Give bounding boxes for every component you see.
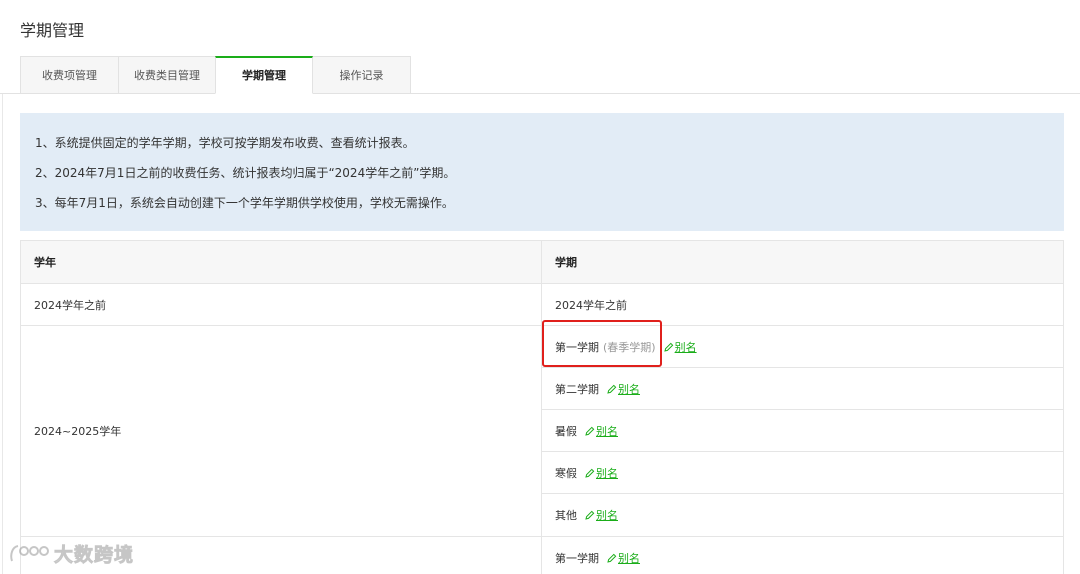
term-cell: 第二学期 别名	[542, 368, 1063, 409]
rename-alias-link[interactable]: 别名	[585, 465, 618, 481]
term-alias-hint: (春季学期)	[603, 340, 656, 354]
term-name: 其他	[555, 509, 577, 522]
rename-alias-link[interactable]: 别名	[585, 507, 618, 523]
term-cell: 第一学期 别名	[542, 537, 1063, 574]
tab-fee-categories[interactable]: 收费类目管理	[118, 56, 216, 94]
term-cell: 第一学期 (春季学期) 别名	[542, 326, 1063, 367]
notice-line: 1、系统提供固定的学年学期，学校可按学期发布收费、查看统计报表。	[35, 136, 415, 150]
watermark: 大数跨境	[8, 540, 134, 567]
year-cell: 2024~2025学年	[21, 326, 542, 536]
content-frame-border	[2, 93, 3, 574]
tab-semester-management[interactable]: 学期管理	[215, 56, 313, 94]
table-row: 第一学期 (春季学期) 别名	[542, 326, 1063, 368]
term-cell: 暑假 别名	[542, 410, 1063, 451]
term-cell: 2024学年之前	[542, 284, 1063, 325]
year-cell: 2024学年之前	[21, 284, 542, 325]
term-cell: 寒假 别名	[542, 452, 1063, 493]
edit-icon	[663, 342, 673, 352]
notice-line: 3、每年7月1日，系统会自动创建下一个学年学期供学校使用，学校无需操作。	[35, 196, 454, 210]
table-row: 暑假 别名	[542, 410, 1063, 452]
table-row: 第一学期 别名	[21, 537, 1063, 574]
term-name: 第一学期	[555, 340, 599, 354]
table-row: 其他 别名	[542, 494, 1063, 536]
rename-alias-link[interactable]: 别名	[607, 381, 640, 397]
alias-label: 别名	[596, 424, 618, 438]
info-notice: 1、系统提供固定的学年学期，学校可按学期发布收费、查看统计报表。 2、2024年…	[20, 113, 1064, 231]
alias-label: 别名	[674, 340, 697, 354]
watermark-text: 大数跨境	[54, 544, 135, 567]
column-header-term: 学期	[555, 256, 577, 269]
table-row: 第二学期 别名	[542, 368, 1063, 410]
alias-label: 别名	[618, 551, 640, 565]
edit-icon	[585, 426, 595, 436]
tab-divider	[0, 93, 1080, 94]
edit-icon	[585, 510, 595, 520]
rename-alias-link[interactable]: 别名	[663, 339, 697, 355]
term-name: 第一学期	[555, 551, 599, 565]
term-name: 寒假	[555, 466, 577, 480]
term-name: 暑假	[555, 424, 577, 438]
table-header: 学年 学期	[21, 241, 1063, 284]
notice-line: 2、2024年7月1日之前的收费任务、统计报表均归属于“2024学年之前”学期。	[35, 166, 456, 180]
alias-label: 别名	[596, 509, 618, 522]
table-row: 寒假 别名	[542, 452, 1063, 494]
term-name: 2024学年之前	[555, 298, 627, 312]
edit-icon	[607, 384, 617, 394]
table-row: 2024学年之前 2024学年之前	[21, 284, 1063, 326]
tab-operation-log[interactable]: 操作记录	[312, 56, 411, 94]
table-row-group: 2024~2025学年 第一学期 (春季学期) 别名 第二学期 别名 暑假 别名…	[21, 326, 1063, 537]
rename-alias-link[interactable]: 别名	[607, 550, 640, 566]
edit-icon	[607, 553, 617, 563]
watermark-logo-icon	[10, 544, 49, 561]
rename-alias-link[interactable]: 别名	[585, 423, 618, 439]
term-cell: 其他 别名	[542, 494, 1063, 536]
page-title: 学期管理	[20, 21, 85, 40]
column-header-year: 学年	[21, 241, 542, 283]
tab-fee-items[interactable]: 收费项管理	[20, 56, 119, 94]
alias-label: 别名	[618, 382, 640, 396]
semester-table: 学年 学期 2024学年之前 2024学年之前 2024~2025学年 第一学期…	[20, 240, 1064, 574]
term-name: 第二学期	[555, 382, 599, 396]
tab-bar: 收费项管理 收费类目管理 学期管理 操作记录	[20, 56, 411, 94]
alias-label: 别名	[596, 466, 618, 480]
edit-icon	[585, 468, 595, 478]
